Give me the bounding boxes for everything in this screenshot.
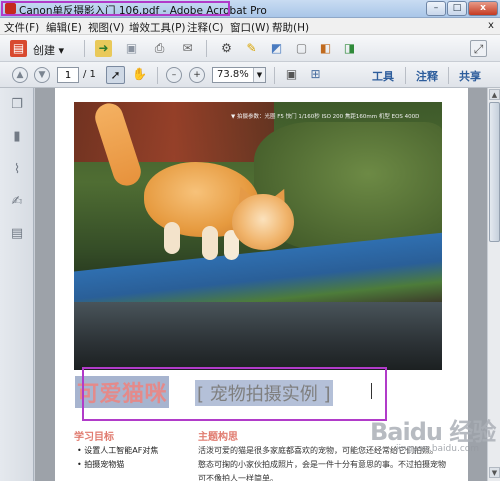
hand-tool-icon[interactable]: ✋ [130, 66, 149, 84]
tab-comments[interactable]: 注释 [416, 68, 438, 84]
toolbar-separator [405, 67, 406, 84]
select-tool-icon[interactable]: ➚ [106, 66, 125, 84]
menu-bar: 文件(F) 编辑(E) 视图(V) 增效工具(P) 注释(C) 窗口(W) 帮助… [0, 18, 500, 35]
document-sign-icon[interactable]: ◨ [341, 40, 358, 57]
create-button[interactable]: 创建 ▾ [33, 42, 64, 58]
main-toolbar: ▤ 创建 ▾ ➜ ▣ ⎙ ✉ ⚙ ✎ ◩ ▢ ◧ ◨ ⤢ [0, 35, 500, 62]
watermark-url: jingyan.baidu.com [396, 444, 480, 454]
fit-page-icon[interactable]: ▣ [282, 66, 301, 84]
navigation-toolbar: ▲ ▼ / 1 ➚ ✋ – + 73.8% ▼ ▣ ⊞ 工具 注释 共享 [0, 62, 500, 88]
page-number-input[interactable] [57, 67, 79, 83]
signature-icon[interactable]: ✍ [9, 193, 25, 210]
print-icon[interactable]: ⎙ [151, 40, 168, 57]
body-text-line: 可不像拍人一样简单。 [198, 474, 278, 481]
menu-help[interactable]: 帮助(H) [272, 20, 309, 35]
title-highlight-frame [1, 1, 230, 16]
toolbar-separator [274, 67, 275, 84]
theme-concept-title: 主题构思 [198, 432, 238, 443]
toolbar-separator [157, 67, 158, 84]
page-thumbnails-icon[interactable]: ❐ [9, 96, 25, 113]
menu-comments[interactable]: 注释(C) [187, 20, 224, 35]
document-secure-icon[interactable]: ◧ [317, 40, 334, 57]
list-item: • 拍摄宠物猫 [77, 460, 125, 469]
kitten-head [232, 194, 294, 250]
zoom-in-icon[interactable]: + [189, 67, 205, 83]
tab-tools[interactable]: 工具 [372, 68, 394, 84]
title-bar: Canon单反摄影入门 106.pdf - Adobe Acrobat Pro … [0, 0, 500, 18]
attachment-icon[interactable]: ⌇ [9, 161, 25, 178]
list-item: • 设置人工智能AF对焦 [77, 446, 159, 455]
toolbar-separator [448, 67, 449, 84]
photo-table-front [74, 302, 442, 370]
fit-width-icon[interactable]: ⊞ [306, 66, 325, 84]
layers-icon[interactable]: ▤ [9, 225, 25, 242]
baidu-watermark-logo: Baidu 经验 jingyan.baidu.com [370, 408, 496, 464]
heading-highlight-frame [82, 367, 387, 421]
highlight-text-icon[interactable]: ◩ [268, 40, 285, 57]
bookmark-icon[interactable]: ▮ [9, 128, 25, 145]
zoom-value: 73.8% [217, 69, 249, 80]
photo-caption: ▼ 拍摄参数：光圈 F5 快门 1/160秒 ISO 200 焦距160mm 机… [231, 114, 420, 120]
scroll-down-icon[interactable]: ▼ [489, 467, 500, 478]
learning-goals-title: 学习目标 [74, 432, 114, 443]
email-icon[interactable]: ✉ [179, 40, 196, 57]
fullscreen-icon[interactable]: ⤢ [470, 40, 487, 57]
next-page-icon[interactable]: ▼ [34, 67, 50, 83]
chevron-down-icon[interactable]: ▼ [253, 68, 265, 82]
menu-view[interactable]: 视图(V) [88, 20, 124, 35]
zoom-select[interactable]: 73.8% ▼ [212, 67, 266, 83]
watermark-text: Baidu 经验 [370, 418, 496, 446]
kitten-leg [202, 226, 218, 260]
previous-page-icon[interactable]: ▲ [12, 67, 28, 83]
menu-plugins[interactable]: 增效工具(P) [129, 20, 186, 35]
create-pdf-icon[interactable]: ▤ [10, 40, 27, 57]
kitten-leg [164, 222, 180, 254]
menu-edit[interactable]: 编辑(E) [46, 20, 82, 35]
toolbar-separator [206, 40, 207, 57]
menu-window[interactable]: 窗口(W) [230, 20, 270, 35]
scroll-up-icon[interactable]: ▲ [489, 89, 500, 100]
settings-gear-icon[interactable]: ⚙ [218, 40, 235, 57]
page-total: / 1 [83, 69, 96, 80]
tab-share[interactable]: 共享 [459, 68, 481, 84]
close-button[interactable]: x [468, 1, 498, 16]
toolbar-separator [84, 40, 85, 57]
comment-bubble-icon[interactable]: ✎ [243, 40, 260, 57]
document-close-icon[interactable]: x [488, 20, 494, 31]
open-folder-icon[interactable]: ➜ [95, 40, 112, 57]
scrollbar-thumb[interactable] [489, 102, 500, 242]
zoom-out-icon[interactable]: – [166, 67, 182, 83]
maximize-button[interactable]: □ [447, 1, 467, 16]
kitten-photo: ▼ 拍摄参数：光圈 F5 快门 1/160秒 ISO 200 焦距160mm 机… [74, 102, 442, 370]
menu-file[interactable]: 文件(F) [4, 20, 39, 35]
document-icon[interactable]: ▢ [293, 40, 310, 57]
save-icon[interactable]: ▣ [123, 40, 140, 57]
minimize-button[interactable]: – [426, 1, 446, 16]
left-navigation-pane: ❐ ▮ ⌇ ✍ ▤ [0, 88, 34, 481]
